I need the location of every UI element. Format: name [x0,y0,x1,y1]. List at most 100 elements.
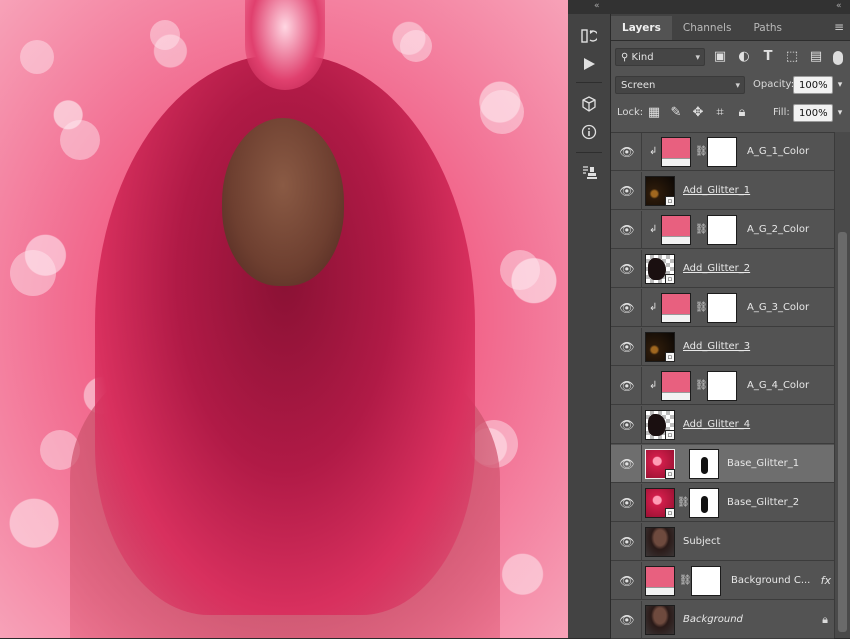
link-chain-icon[interactable]: ⛓︎ [679,575,692,586]
layer-thumbnail[interactable]: ▫ [645,449,675,479]
lock-position-icon[interactable]: ✥ [689,104,707,122]
layer-row[interactable]: 👁︎ Subject [611,523,834,561]
blend-mode-select[interactable]: Screen ▾ [615,76,745,94]
layer-mask-thumbnail[interactable] [707,137,737,167]
layer-thumbnail[interactable]: ▫ [645,176,675,206]
panel-menu-icon[interactable]: ≡ [834,20,844,34]
layer-thumbnail[interactable] [661,293,691,323]
layer-row[interactable]: 👁︎ Background 🔒︎ [611,601,834,639]
lock-brush-icon[interactable]: ✎ [667,104,685,122]
link-chain-icon[interactable]: ⛓︎ [695,224,708,235]
layer-row-selected[interactable]: 👁︎ ▫ Base_Glitter_1 [611,445,834,483]
layer-thumbnail[interactable]: ▫ [645,488,675,518]
layer-mask-thumbnail[interactable] [707,293,737,323]
tab-channels[interactable]: Channels [672,16,743,40]
layer-name[interactable]: A_G_2_Color [747,211,809,249]
link-chain-icon[interactable]: ⛓︎ [695,380,708,391]
layer-name[interactable]: Subject [683,523,720,561]
layer-mask-thumbnail[interactable] [707,371,737,401]
visibility-eye-icon[interactable]: 👁︎ [617,144,637,160]
scrollbar-thumb[interactable] [838,232,847,632]
layer-mask-thumbnail[interactable] [689,488,719,518]
layer-effects-icon[interactable]: fx [821,562,831,600]
layer-row[interactable]: 👁︎ ↲ ⛓︎ A_G_2_Color [611,211,834,249]
lock-artboard-icon[interactable]: ⌗ [711,104,729,122]
layer-row[interactable]: 👁︎ ▫ Add_Glitter_2 [611,250,834,288]
lock-all-icon[interactable]: 🔒︎ [733,104,751,122]
link-chain-icon[interactable]: ⛓︎ [695,302,708,313]
visibility-eye-icon[interactable]: 👁︎ [617,495,637,511]
layer-name[interactable]: Base_Glitter_2 [727,484,799,522]
link-chain-icon[interactable]: ⛓︎ [695,146,708,157]
layer-name[interactable]: A_G_4_Color [747,367,809,405]
layer-row[interactable]: 👁︎ ↲ ⛓︎ A_G_4_Color [611,367,834,405]
collapse-panel-icon[interactable]: « [836,1,842,11]
play-icon[interactable] [574,52,604,76]
layer-name[interactable]: A_G_3_Color [747,289,809,327]
visibility-eye-icon[interactable]: 👁︎ [617,534,637,550]
fill-chevron-icon[interactable]: ▾ [831,104,849,122]
tab-layers[interactable]: Layers [611,16,672,40]
layer-row[interactable]: 👁︎ ▫ Add_Glitter_4 [611,406,834,444]
layer-name[interactable]: Add_Glitter_3 [683,328,750,366]
layer-thumbnail[interactable] [645,527,675,557]
visibility-eye-icon[interactable]: 👁︎ [617,573,637,589]
layer-row[interactable]: 👁︎ ▫ Add_Glitter_3 [611,328,834,366]
layer-name[interactable]: Add_Glitter_1 [683,172,750,210]
filter-type-icon[interactable]: T [759,48,777,66]
visibility-eye-icon[interactable]: 👁︎ [617,612,637,628]
lock-transparent-icon[interactable]: ▦ [645,104,663,122]
layer-name[interactable]: Background C... [731,562,810,600]
filter-pixel-icon[interactable]: ▣ [711,48,729,66]
layer-thumbnail[interactable]: ▫ [645,410,675,440]
dock-header: « « [568,0,850,15]
layer-mask-thumbnail[interactable] [691,566,721,596]
layer-list-scrollbar[interactable] [834,132,850,638]
visibility-eye-icon[interactable]: 👁︎ [617,456,637,472]
visibility-eye-icon[interactable]: 👁︎ [617,222,637,238]
layer-thumbnail[interactable] [645,566,675,596]
collapse-tools-icon[interactable]: « [594,1,600,11]
filter-shape-icon[interactable]: ⬚ [783,48,801,66]
layer-row[interactable]: 👁︎ ↲ ⛓︎ A_G_3_Color [611,289,834,327]
layer-name[interactable]: Background [683,601,743,639]
document-canvas[interactable] [0,0,568,638]
visibility-eye-icon[interactable]: 👁︎ [617,300,637,316]
lock-icon[interactable]: 🔒︎ [822,601,828,639]
layer-name[interactable]: Add_Glitter_4 [683,406,750,444]
filter-smart-object-icon[interactable]: ▤ [807,48,825,66]
layer-thumbnail[interactable] [661,371,691,401]
history-icon[interactable] [574,24,604,48]
filter-adjustment-icon[interactable]: ◐ [735,48,753,66]
layer-row[interactable]: 👁︎ ▫ ⛓︎ Base_Glitter_2 [611,484,834,522]
visibility-eye-icon[interactable]: 👁︎ [617,261,637,277]
layer-thumbnail[interactable]: ▫ [645,254,675,284]
clone-source-icon[interactable] [574,160,604,184]
layer-name[interactable]: Base_Glitter_1 [727,445,799,483]
bokeh-circle [480,90,524,134]
visibility-eye-icon[interactable]: 👁︎ [617,417,637,433]
layer-row[interactable]: 👁︎ ⛓︎ Background C... fx [611,562,834,600]
visibility-eye-icon[interactable]: 👁︎ [617,339,637,355]
info-icon[interactable] [574,120,604,144]
link-chain-icon[interactable]: ⛓︎ [677,497,690,508]
layer-thumbnail[interactable]: ▫ [645,332,675,362]
layer-row[interactable]: 👁︎ ▫ Add_Glitter_1 [611,172,834,210]
tab-paths[interactable]: Paths [742,16,793,40]
visibility-eye-icon[interactable]: 👁︎ [617,378,637,394]
layer-thumbnail[interactable] [661,137,691,167]
layer-name[interactable]: A_G_1_Color [747,133,809,171]
filter-toggle-icon[interactable] [833,51,843,65]
fill-field[interactable]: 100% [793,104,833,122]
3d-icon[interactable] [574,92,604,116]
filter-kind-select[interactable]: ⚲ Kind ▾ [615,48,705,66]
layer-thumbnail[interactable] [645,605,675,635]
layer-thumbnail[interactable] [661,215,691,245]
opacity-field[interactable]: 100% [793,76,833,94]
layer-mask-thumbnail[interactable] [689,449,719,479]
layer-name[interactable]: Add_Glitter_2 [683,250,750,288]
layer-row[interactable]: 👁︎ ↲ ⛓︎ A_G_1_Color [611,133,834,171]
layer-mask-thumbnail[interactable] [707,215,737,245]
opacity-chevron-icon[interactable]: ▾ [831,76,849,94]
visibility-eye-icon[interactable]: 👁︎ [617,183,637,199]
